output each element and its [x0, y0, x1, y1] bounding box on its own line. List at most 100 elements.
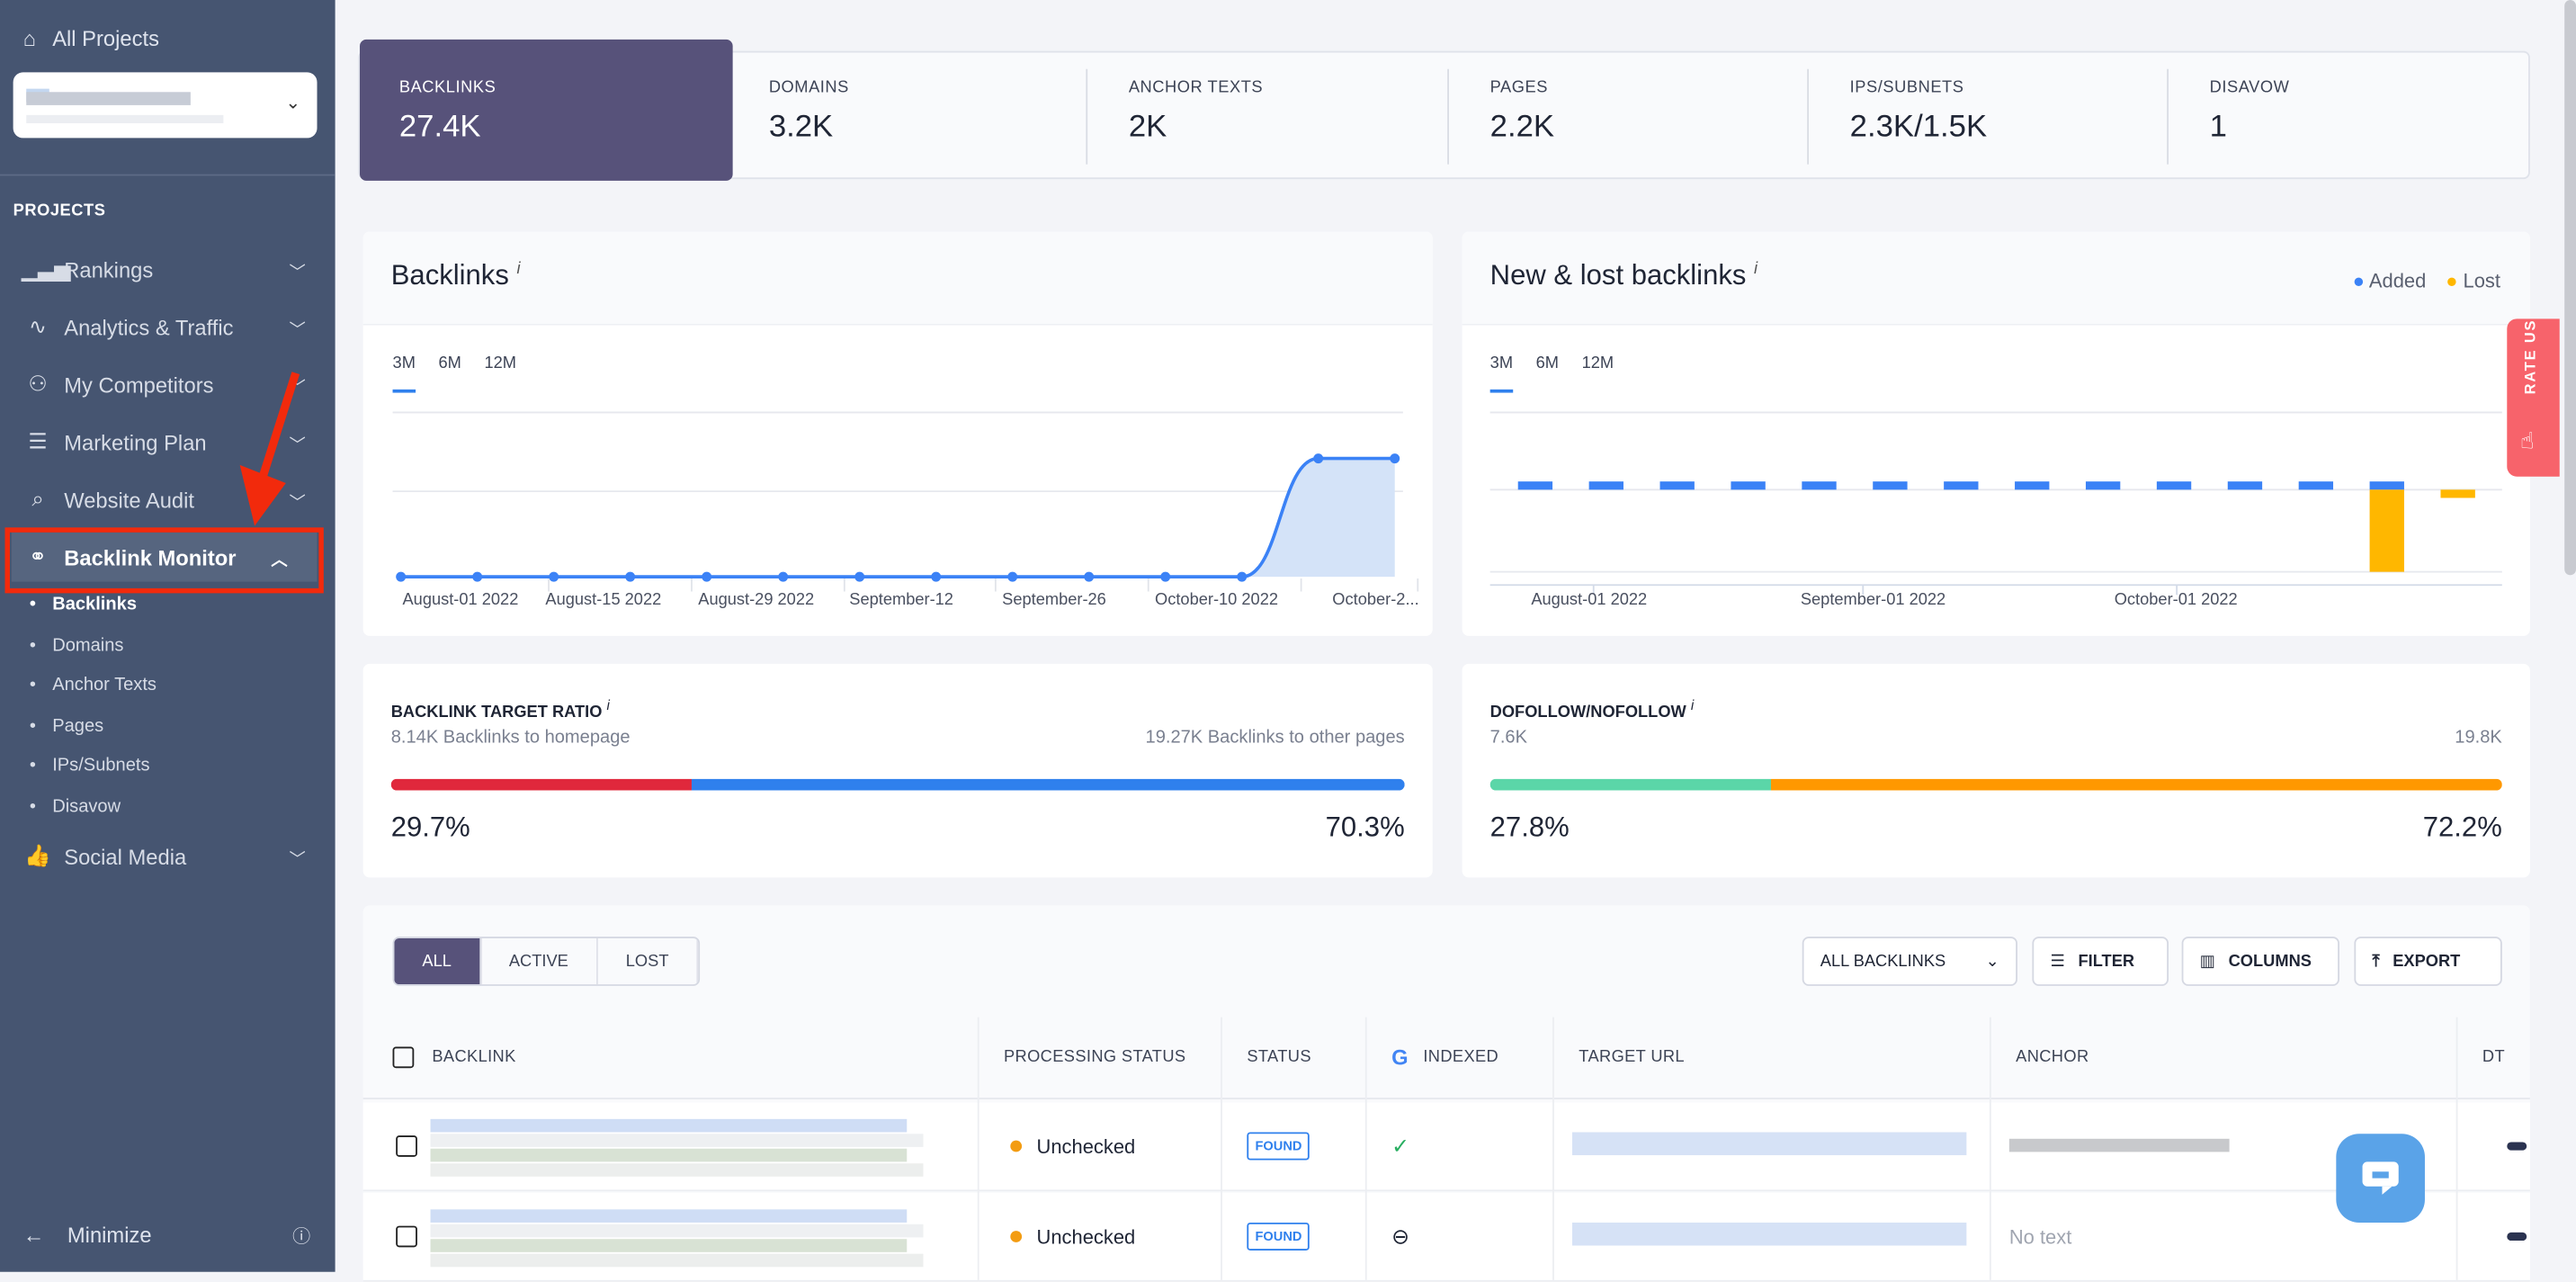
bar-lost[interactable]	[2369, 489, 2404, 572]
minimize-button[interactable]: ← Minimize ⓘ	[23, 1223, 311, 1249]
data-point[interactable]	[625, 571, 636, 582]
bar-added[interactable]	[1731, 481, 1766, 490]
bar-added[interactable]	[2298, 481, 2334, 490]
area-fill	[400, 458, 1395, 578]
row-checkbox[interactable]	[396, 1225, 417, 1248]
redacted-text	[430, 1148, 908, 1162]
chart-title: New & lost backlinks	[1489, 259, 1747, 291]
column-header-indexed[interactable]: G INDEXED	[1391, 1018, 1498, 1098]
project-selector[interactable]: ⌄	[13, 72, 318, 139]
tab-active[interactable]: ACTIVE	[481, 937, 598, 985]
data-point[interactable]	[472, 571, 483, 582]
sidebar-item-website-audit[interactable]: ⌕ Website Audit ﹀	[0, 475, 335, 524]
all-projects-link[interactable]: ⌂ All Projects	[23, 26, 159, 50]
subnav-item[interactable]: Domains	[30, 635, 124, 655]
bar-added[interactable]	[1659, 481, 1695, 490]
x-tick-label: August-01 2022	[402, 589, 518, 608]
chevron-down-icon: ⌄	[1985, 952, 1999, 971]
range-3M[interactable]: 3M	[1489, 355, 1514, 393]
column-header-anchor[interactable]: ANCHOR	[2016, 1018, 2089, 1098]
data-point[interactable]	[396, 571, 407, 582]
x-tick-label: October-2...	[1332, 589, 1418, 608]
sidebar-item-marketing-plan[interactable]: ☰ Marketing Plan ﹀	[0, 417, 335, 467]
stat-ips-subnets[interactable]: IPS/SUBNETS 2.3K/1.5K	[1811, 52, 2170, 177]
info-icon[interactable]: i	[607, 696, 610, 713]
data-point[interactable]	[1007, 571, 1018, 582]
range-6M[interactable]: 6M	[1536, 355, 1559, 393]
stat-domains[interactable]: DOMAINS 3.2K	[729, 52, 1089, 177]
highlight-box	[4, 527, 324, 594]
scrollbar[interactable]	[2564, 0, 2576, 576]
bar-added[interactable]	[2085, 481, 2121, 490]
data-point[interactable]	[1313, 453, 1324, 464]
sidebar-item-rankings[interactable]: ▁▃▅ Rankings ﹀	[0, 245, 335, 294]
dt-indicator	[2507, 1142, 2527, 1151]
bar-chart-icon: ▁▃▅	[21, 256, 71, 282]
chat-button[interactable]	[2336, 1134, 2425, 1223]
bar-added[interactable]	[2015, 481, 2050, 490]
column-header-target-url[interactable]: TARGET URL	[1579, 1018, 1685, 1098]
bar-lost[interactable]	[2440, 489, 2475, 498]
data-point[interactable]	[854, 571, 865, 582]
sidebar: ⌂ All Projects ⌄ PROJECTS ▁▃▅ Rankings ﹀ ∿ An…	[0, 0, 335, 1272]
bar-added[interactable]	[2369, 481, 2404, 490]
export-button[interactable]: ⤒ EXPORT	[2354, 937, 2502, 986]
table-row[interactable]: Unchecked FOUND ✓	[362, 1102, 2530, 1192]
bar-added[interactable]	[1517, 481, 1553, 490]
rate-us-button[interactable]: RATE US ☝	[2507, 318, 2560, 477]
x-tick-label: August-01 2022	[1531, 589, 1647, 608]
select-all-checkbox[interactable]	[392, 1046, 415, 1069]
tab-lost[interactable]: LOST	[598, 937, 699, 985]
range-12M[interactable]: 12M	[1582, 355, 1614, 393]
help-icon[interactable]: ⓘ	[292, 1223, 310, 1249]
info-icon[interactable]: i	[517, 260, 521, 278]
range-3M[interactable]: 3M	[392, 355, 416, 393]
stat-pages[interactable]: PAGES 2.2K	[1451, 52, 1811, 177]
subnav-item[interactable]: Anchor Texts	[30, 676, 157, 695]
sidebar-item-analytics-traffic[interactable]: ∿ Analytics & Traffic ﹀	[0, 302, 335, 352]
stat-backlinks[interactable]: BACKLINKS 27.4K	[360, 39, 733, 181]
info-icon[interactable]: i	[1754, 260, 1758, 278]
stat-disavow[interactable]: DISAVOW 1	[2170, 52, 2532, 177]
column-header-backlink[interactable]: BACKLINK	[392, 1018, 516, 1098]
bar-added[interactable]	[1944, 481, 1979, 490]
column-header-status[interactable]: STATUS	[1247, 1018, 1311, 1098]
checkbox-cell[interactable]	[396, 1193, 417, 1280]
bar-added[interactable]	[2156, 481, 2192, 490]
data-point[interactable]	[549, 571, 559, 582]
subnav-item[interactable]: Pages	[30, 715, 103, 735]
range-6M[interactable]: 6M	[439, 355, 461, 393]
bar-added[interactable]	[1802, 481, 1837, 490]
x-tick-label: August-15 2022	[545, 589, 661, 608]
range-12M[interactable]: 12M	[484, 355, 516, 393]
data-point[interactable]	[778, 571, 789, 582]
subnav-item[interactable]: Backlinks	[30, 595, 137, 614]
sidebar-item-my-competitors[interactable]: ⚇ My Competitors ﹀	[0, 360, 335, 409]
columns-button[interactable]: ▥ COLUMNS	[2181, 937, 2339, 986]
bar-added[interactable]	[1873, 481, 1908, 490]
data-point[interactable]	[1237, 571, 1248, 582]
status-dot	[1010, 1231, 1023, 1242]
filter-button[interactable]: ☰ FILTER	[2032, 937, 2169, 986]
column-header-processing-status[interactable]: PROCESSING STATUS	[1004, 1018, 1185, 1098]
info-icon[interactable]: i	[1691, 696, 1694, 713]
bar-added[interactable]	[2227, 481, 2263, 490]
column-header-dt[interactable]: DT	[2482, 1018, 2505, 1098]
data-point[interactable]	[1390, 453, 1400, 464]
bar-added[interactable]	[1588, 481, 1623, 490]
tab-all[interactable]: ALL	[394, 937, 481, 985]
stat-anchor-texts[interactable]: ANCHOR TEXTS 2K	[1089, 52, 1451, 177]
table-row[interactable]: Unchecked FOUND ⊖ No text	[362, 1193, 2530, 1282]
subnav-item[interactable]: Disavow	[30, 796, 121, 816]
checkbox-cell[interactable]	[396, 1103, 417, 1190]
subnav-item[interactable]: IPs/Subnets	[30, 756, 150, 775]
all-backlinks-dropdown[interactable]: ALL BACKLINKS ⌄	[1802, 937, 2017, 986]
data-point[interactable]	[1160, 571, 1171, 582]
data-point[interactable]	[931, 571, 942, 582]
data-point[interactable]	[1084, 571, 1095, 582]
data-point[interactable]	[702, 571, 712, 582]
column-divider	[1552, 1017, 1554, 1280]
chart-title: Backlinks	[390, 259, 509, 291]
sidebar-item-social-media[interactable]: 👍 Social Media ﹀	[0, 831, 335, 881]
row-checkbox[interactable]	[396, 1135, 417, 1157]
